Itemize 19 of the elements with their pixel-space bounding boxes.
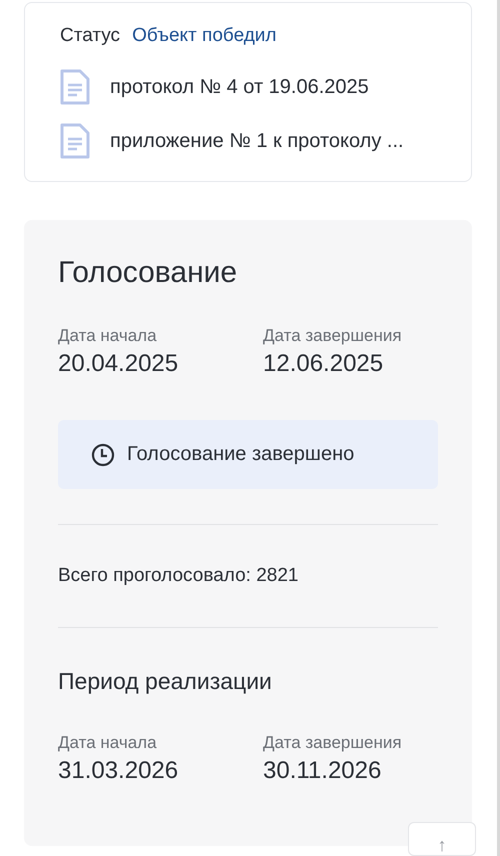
vote-total: Всего проголосовало: 2821 [58,565,300,587]
date-label: Дата начала [58,733,158,753]
document-icon [60,69,90,105]
date-label: Дата завершения [263,326,403,346]
date-value: 20.04.2025 [58,350,180,378]
clock-icon [91,442,115,466]
section-title: Период реализации [58,668,273,695]
document-icon [60,123,90,159]
date-label: Дата завершения [263,733,403,753]
date-label: Дата начала [58,326,158,346]
section-title: Голосование [58,256,238,290]
date-value: 31.03.2026 [58,757,180,785]
notice-text: Голосование завершено [127,443,354,466]
date-value: 12.06.2025 [263,350,384,378]
date-value: 30.11.2026 [263,757,382,785]
document-link[interactable]: протокол № 4 от 19.06.2025 [60,65,437,109]
status-link[interactable]: Объект победил [132,25,277,47]
document-link[interactable]: приложение № 1 к протоколу ... [60,119,437,163]
status-label: Статус [60,25,120,47]
